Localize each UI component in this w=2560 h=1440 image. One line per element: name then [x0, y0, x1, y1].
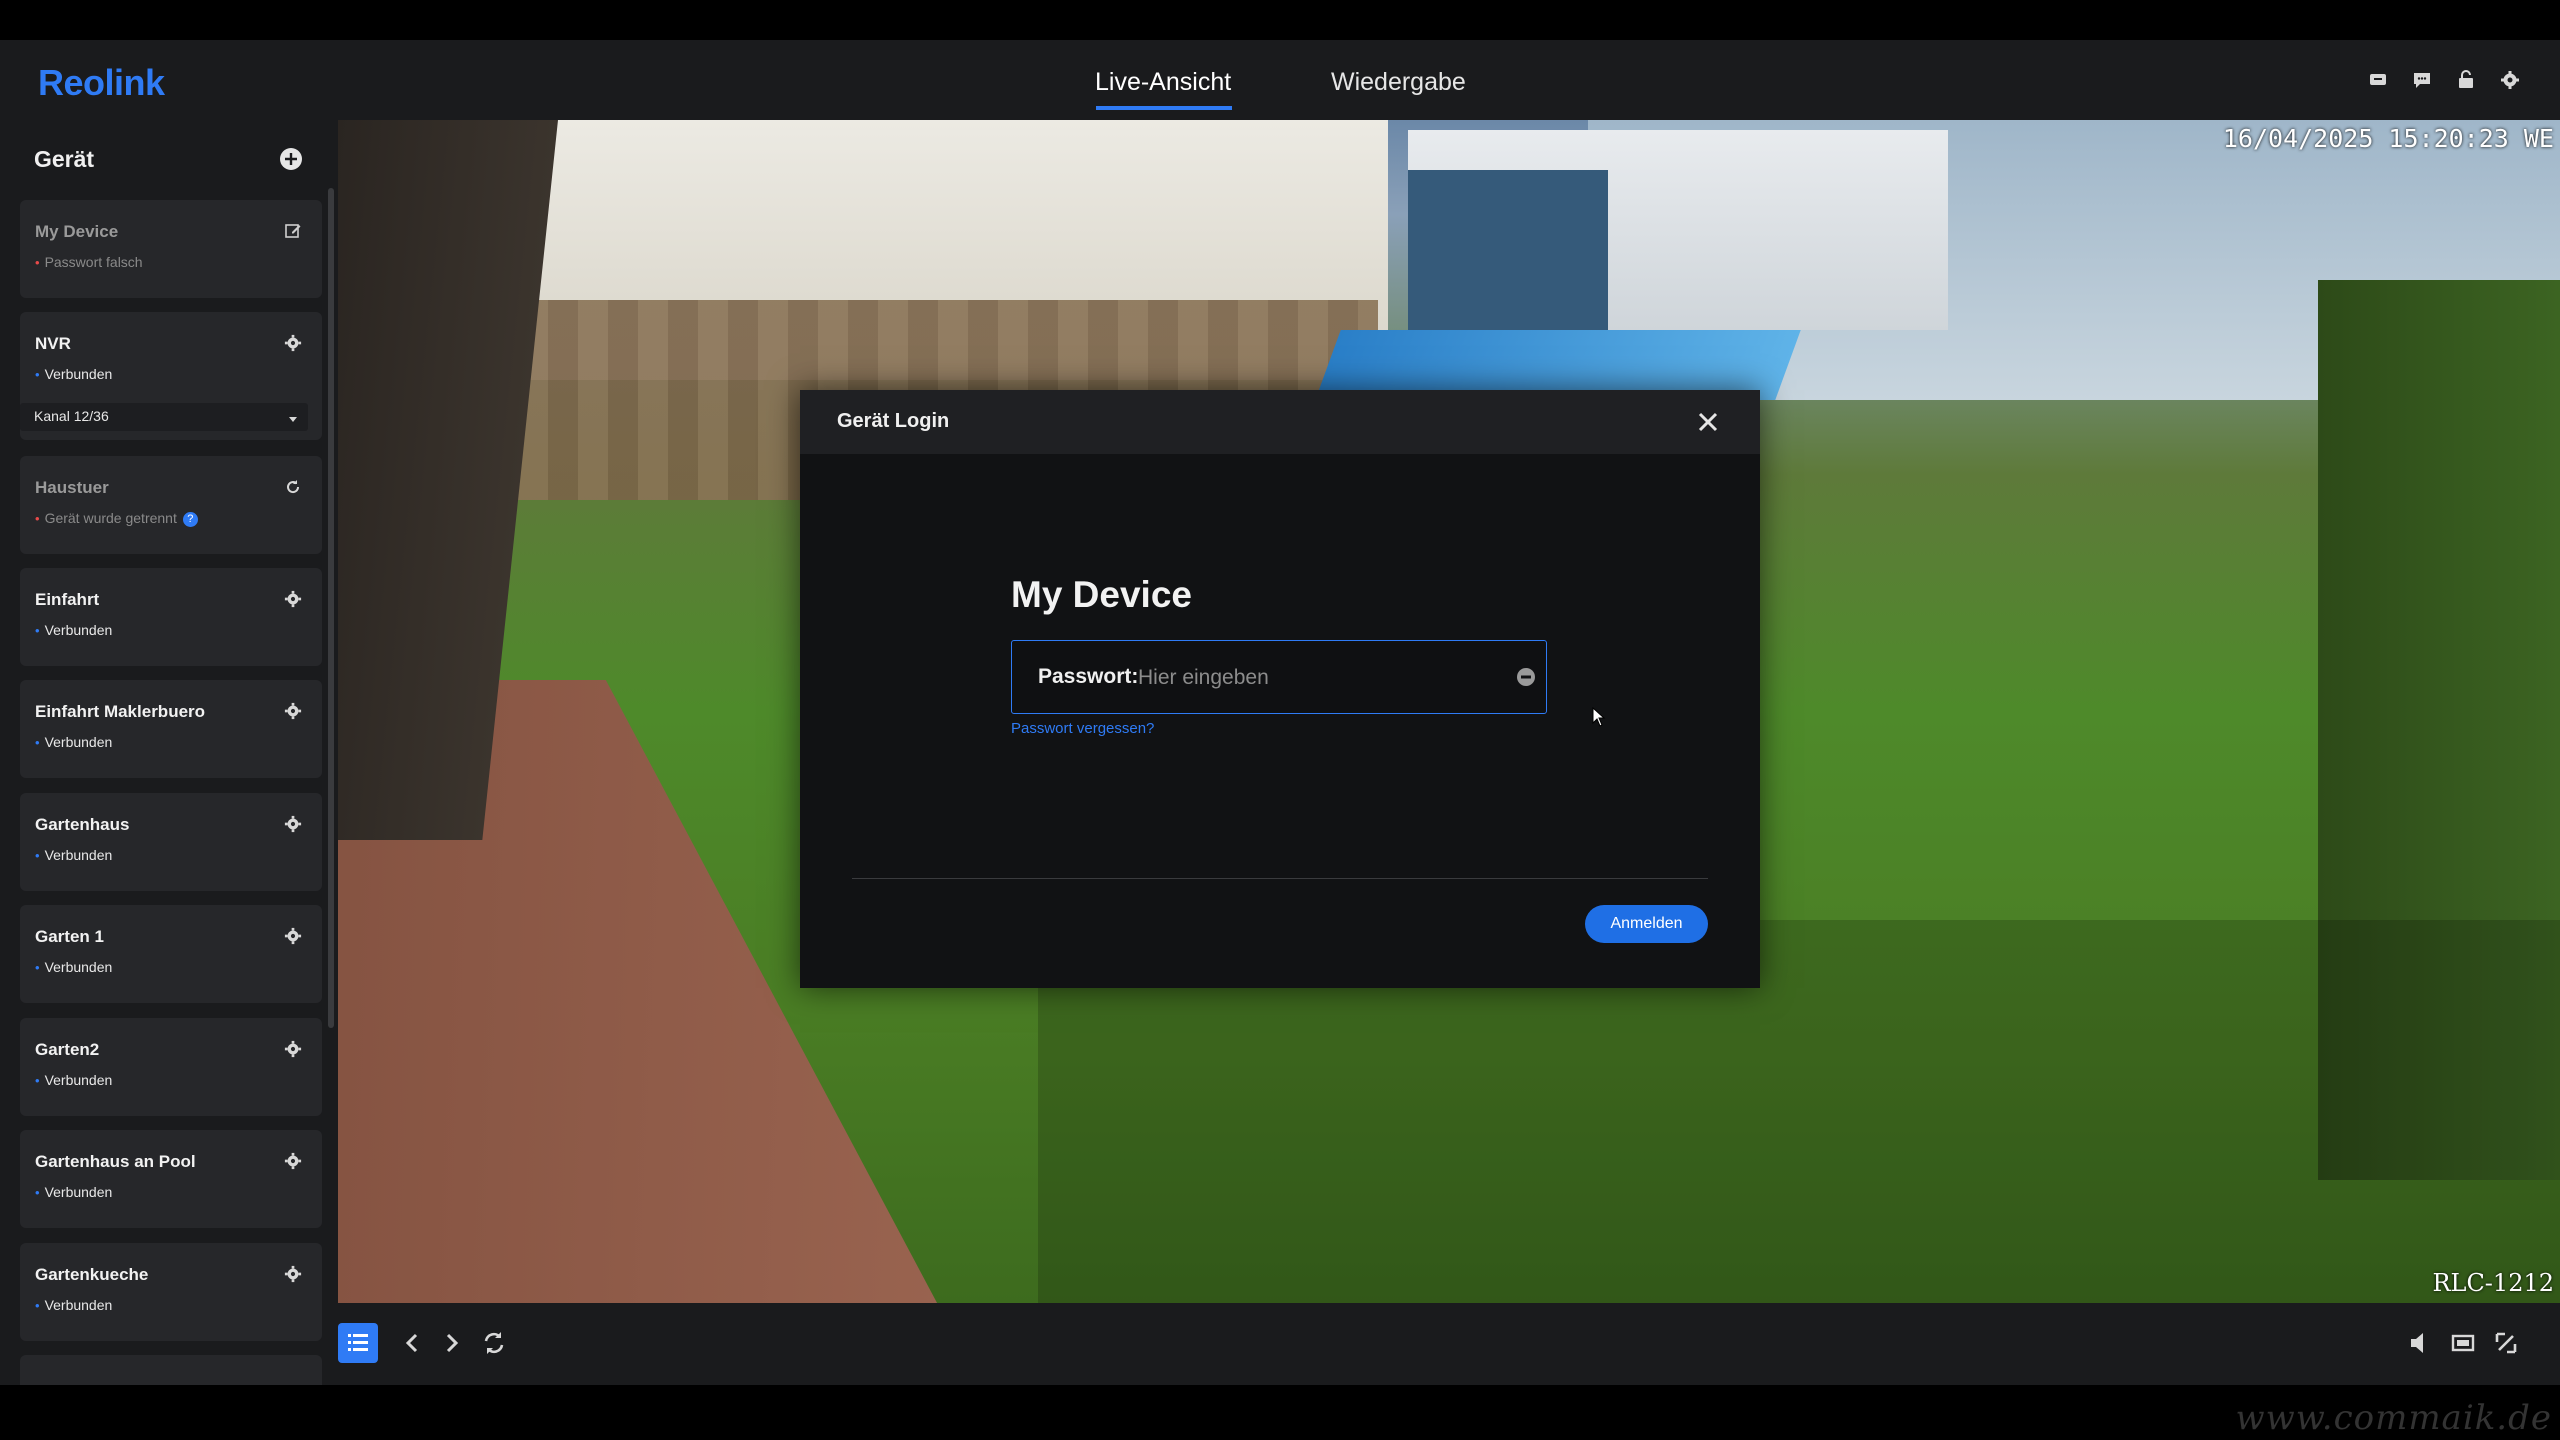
gear-icon[interactable] — [284, 1040, 302, 1058]
refresh-icon[interactable] — [284, 478, 302, 496]
password-label: Passwort: — [1038, 665, 1139, 688]
dialog-header: Gerät Login — [800, 390, 1760, 454]
device-name: Garten 1 — [35, 927, 104, 946]
device-sidebar: Gerät My Device Passwort falsch NVR Verb… — [0, 120, 338, 1385]
tab-playback[interactable]: Wiedergabe — [1331, 68, 1466, 97]
device-status: Verbunden — [35, 622, 113, 638]
list-view-icon[interactable] — [338, 1323, 378, 1363]
device-status: Verbunden — [35, 959, 113, 975]
device-name: Haustuer — [35, 478, 109, 497]
chevron-left-icon[interactable] — [392, 1323, 432, 1363]
device-status: Gerät wurde getrennt? — [35, 510, 198, 527]
device-card-einfahrt[interactable]: Einfahrt Verbunden — [20, 568, 322, 666]
device-status: Passwort falsch — [35, 254, 143, 270]
channel-select-value: Kanal 12/36 — [34, 408, 109, 424]
settings-icon[interactable] — [2500, 70, 2520, 90]
device-name: Gartenhaus an Pool — [35, 1152, 196, 1171]
dialog-divider — [852, 878, 1708, 879]
add-device-icon[interactable] — [280, 148, 302, 170]
aspect-ratio-icon[interactable] — [2443, 1323, 2483, 1363]
gear-icon[interactable] — [284, 590, 302, 608]
refresh-icon[interactable] — [474, 1323, 514, 1363]
device-login-dialog: Gerät Login My Device Passwort: Passwort… — [800, 390, 1760, 988]
fullscreen-icon[interactable] — [2486, 1323, 2526, 1363]
device-name: NVR — [35, 334, 71, 353]
video-timestamp: 16/04/2025 15:20:23 WE — [2222, 124, 2554, 153]
sidebar-scrollbar[interactable] — [328, 188, 334, 1028]
forgot-password-link[interactable]: Passwort vergessen? — [1011, 720, 1154, 737]
cloud-icon[interactable] — [2368, 70, 2388, 90]
help-icon[interactable]: ? — [182, 512, 198, 527]
sidebar-title: Gerät — [34, 146, 95, 172]
login-button[interactable]: Anmelden — [1585, 905, 1708, 943]
video-pool-house — [1408, 130, 1948, 330]
gear-icon[interactable] — [284, 927, 302, 945]
active-tab-indicator — [1096, 106, 1232, 110]
channel-select[interactable]: Kanal 12/36 — [20, 403, 308, 431]
device-name: Gartenkueche — [35, 1265, 149, 1284]
chevron-down-icon — [288, 411, 298, 429]
edit-icon[interactable] — [284, 222, 302, 240]
device-status: Verbunden — [35, 1072, 113, 1088]
device-status: Verbunden — [35, 847, 113, 863]
device-card-gartenkueche[interactable]: Gartenkueche Verbunden — [20, 1243, 322, 1341]
dialog-title: Gerät Login — [837, 410, 950, 432]
device-card-gartenhaus-an-pool[interactable]: Gartenhaus an Pool Verbunden — [20, 1130, 322, 1228]
gear-icon[interactable] — [284, 1152, 302, 1170]
device-card-garten2[interactable]: Garten2 Verbunden — [20, 1018, 322, 1116]
bottom-toolbar — [338, 1303, 2560, 1385]
gear-icon[interactable] — [284, 702, 302, 720]
reolink-logo: Reolink — [38, 62, 165, 103]
top-icons — [2368, 70, 2520, 90]
gear-icon[interactable] — [284, 815, 302, 833]
chat-icon[interactable] — [2412, 70, 2432, 90]
device-name: Einfahrt — [35, 590, 100, 609]
device-card-gartenhaus[interactable]: Gartenhaus Verbunden — [20, 793, 322, 891]
device-card-haustuer[interactable]: Haustuer Gerät wurde getrennt? — [20, 456, 322, 554]
device-card-garten-1[interactable]: Garten 1 Verbunden — [20, 905, 322, 1003]
close-icon[interactable] — [1694, 408, 1722, 436]
device-status-text: Gerät wurde getrennt — [44, 510, 177, 526]
device-name: Garten2 — [35, 1040, 100, 1059]
device-card-einfahrt-maklerbuero[interactable]: Einfahrt Maklerbuero Verbunden — [20, 680, 322, 778]
dialog-device-name: My Device — [1011, 574, 1192, 615]
notification-icon[interactable] — [2456, 70, 2476, 90]
watermark: www.commaik.de — [2235, 1398, 2552, 1438]
device-name: Gartenhaus — [35, 815, 130, 834]
device-status: Verbunden — [35, 1184, 113, 1200]
mouse-cursor-icon — [1592, 706, 1606, 727]
show-password-icon[interactable] — [1516, 667, 1536, 687]
password-input[interactable] — [1136, 659, 1500, 697]
device-status: Verbunden — [35, 366, 113, 382]
device-card-partial[interactable] — [20, 1355, 322, 1385]
gear-icon[interactable] — [284, 334, 302, 352]
camera-model-label: RLC-1212 — [2432, 1269, 2554, 1297]
device-card-my-device[interactable]: My Device Passwort falsch — [20, 200, 322, 298]
chevron-right-icon[interactable] — [432, 1323, 472, 1363]
device-status: Verbunden — [35, 1297, 113, 1313]
speaker-icon[interactable] — [2399, 1323, 2439, 1363]
device-name: Einfahrt Maklerbuero — [35, 702, 206, 721]
password-field[interactable]: Passwort: — [1011, 640, 1547, 714]
tab-live-view[interactable]: Live-Ansicht — [1095, 68, 1231, 97]
top-bar: Reolink Live-Ansicht Wiedergabe — [0, 40, 2560, 120]
device-status: Verbunden — [35, 734, 113, 750]
device-name: My Device — [35, 222, 119, 241]
gear-icon[interactable] — [284, 1265, 302, 1283]
